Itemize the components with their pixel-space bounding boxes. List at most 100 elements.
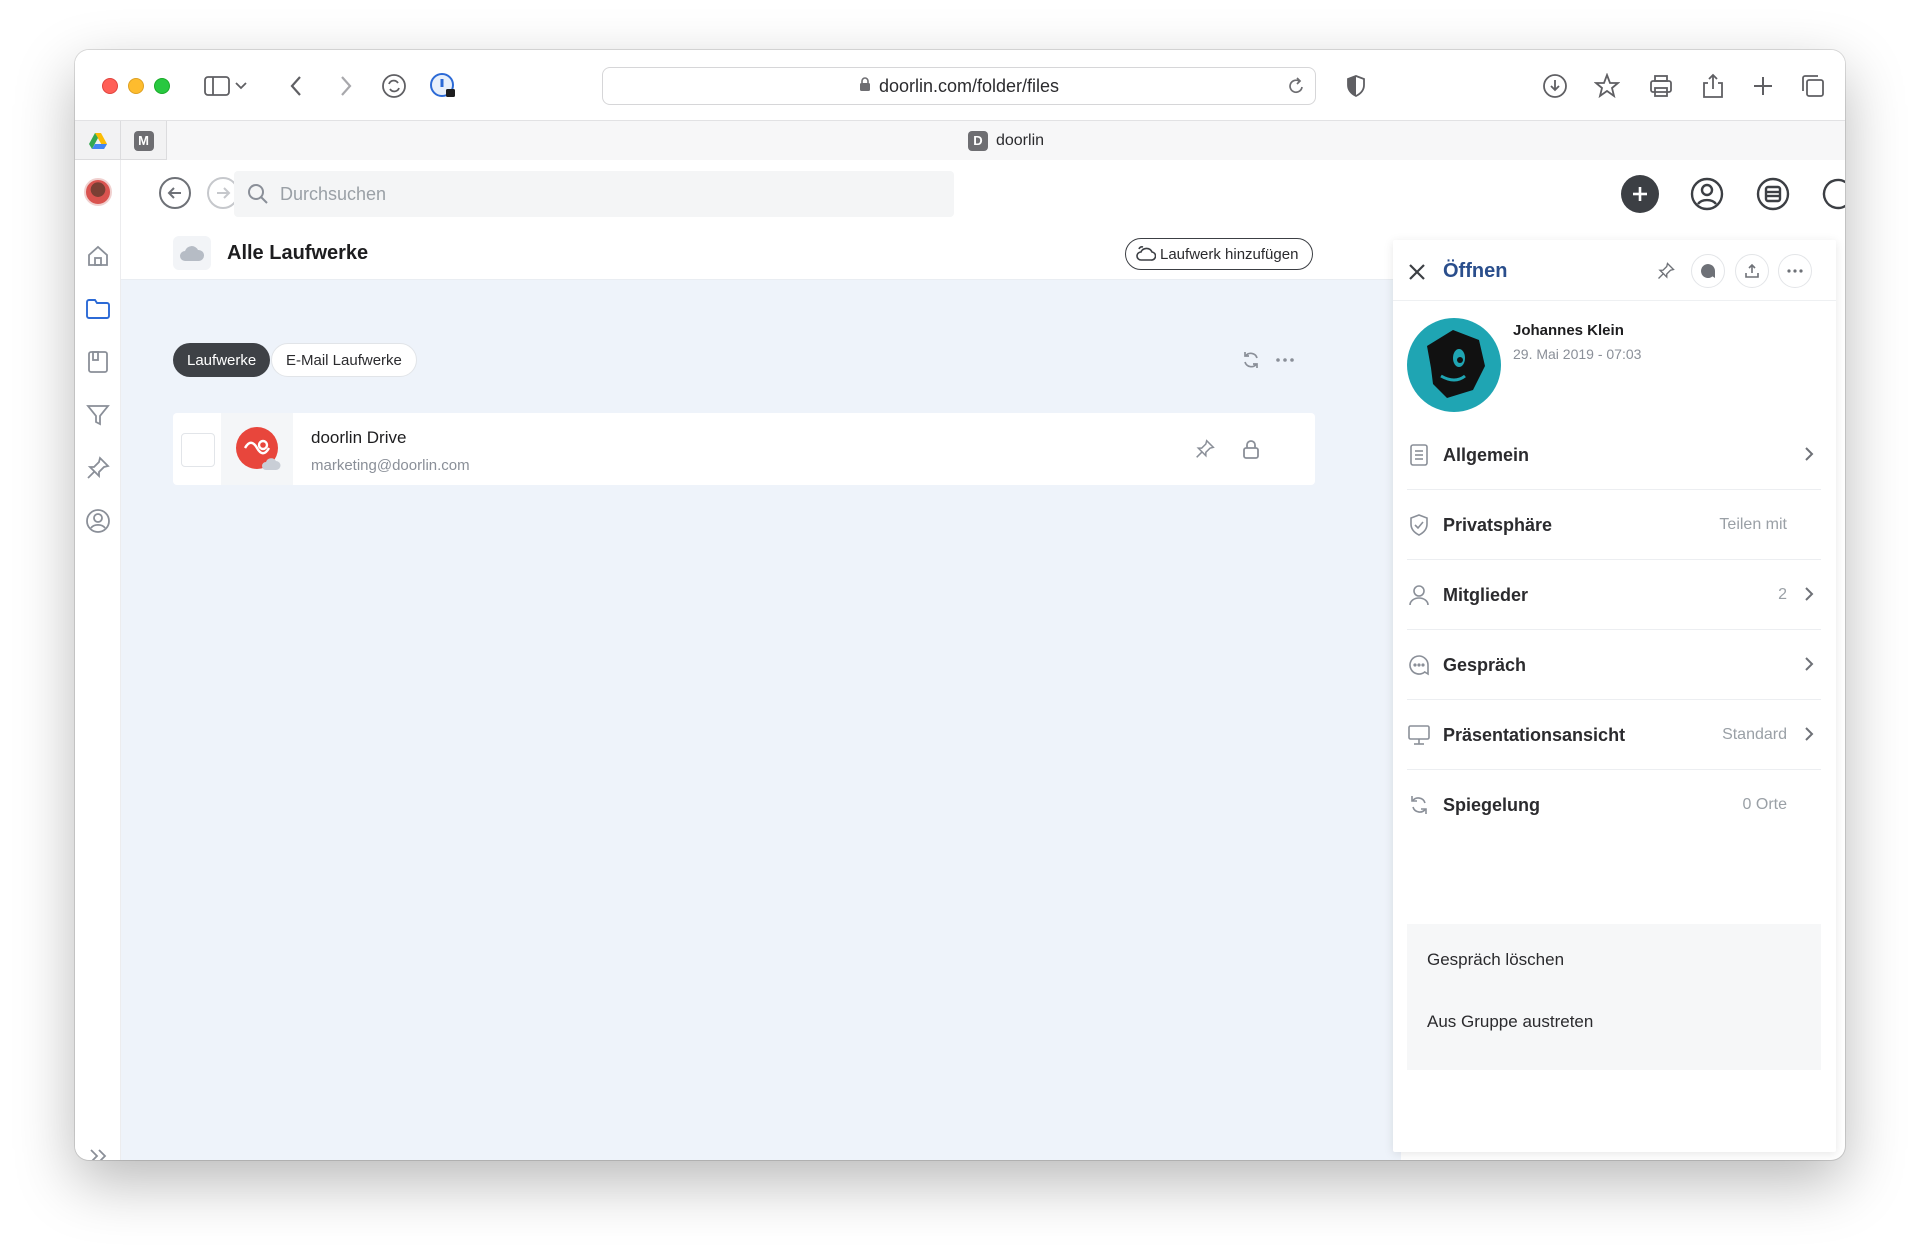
more-options-icon[interactable]	[1778, 254, 1812, 288]
privacy-shield-icon[interactable]	[1340, 70, 1372, 102]
app-back-button[interactable]	[159, 177, 191, 209]
close-window-button[interactable]	[102, 78, 118, 94]
row-value: 0 Orte	[1742, 796, 1787, 813]
app-header: Durchsuchen	[121, 160, 1845, 226]
row-presentation-view[interactable]: Präsentationsansicht Standard	[1407, 700, 1821, 770]
chevron-right-icon	[1799, 582, 1819, 606]
doorlin-favicon: D	[967, 130, 988, 151]
pinned-tab-favicon: M	[133, 130, 154, 151]
chevron-down-icon[interactable]	[231, 70, 251, 102]
zoom-window-button[interactable]	[154, 78, 170, 94]
drive-checkbox[interactable]	[181, 433, 215, 467]
owner-avatar-illustration	[1427, 330, 1485, 398]
lock-icon	[859, 76, 871, 97]
search-icon	[246, 182, 270, 211]
row-label: Mitglieder	[1443, 585, 1529, 605]
password-manager-icon[interactable]	[427, 70, 459, 102]
filter-tab-drives[interactable]: Laufwerke	[173, 343, 271, 377]
upload-icon[interactable]	[1735, 254, 1769, 288]
sidebar-toggle-icon[interactable]	[201, 70, 233, 102]
pinned-tab-m[interactable]: M	[121, 121, 167, 160]
download-icon[interactable]	[1539, 70, 1571, 102]
row-privacy[interactable]: Privatsphäre Teilen mit	[1407, 490, 1821, 560]
extension-sync-icon[interactable]	[378, 70, 410, 102]
shield-icon	[1407, 513, 1431, 537]
monitor-icon	[1407, 723, 1431, 747]
filter-tab-email-drives[interactable]: E-Mail Laufwerke	[271, 343, 417, 377]
new-tab-icon[interactable]	[1747, 70, 1779, 102]
minimize-window-button[interactable]	[128, 78, 144, 94]
content-header: Alle Laufwerke Laufwerk hinzufügen	[121, 226, 1401, 280]
url-text: doorlin.com/folder/files	[878, 75, 1060, 96]
address-bar[interactable]: doorlin.com/folder/files	[602, 67, 1316, 105]
print-icon[interactable]	[1645, 70, 1677, 102]
cloud-add-icon	[1136, 245, 1157, 267]
chat-bubble-icon	[1822, 178, 1845, 210]
more-options-icon[interactable]	[1273, 348, 1297, 372]
account-button[interactable]	[1688, 175, 1726, 213]
tab-doorlin[interactable]: D doorlin	[167, 121, 1845, 160]
owner-avatar[interactable]	[1407, 318, 1501, 412]
row-value: 2	[1778, 586, 1787, 603]
search-input[interactable]: Durchsuchen	[234, 171, 954, 217]
notebook-icon[interactable]	[84, 348, 112, 376]
leave-group-action[interactable]: Aus Gruppe austreten	[1427, 1012, 1593, 1032]
pin-icon[interactable]	[84, 454, 112, 482]
drive-stack-icon	[1756, 177, 1790, 211]
cloud-badge-icon	[261, 457, 281, 476]
row-general[interactable]: Allgemein	[1407, 420, 1821, 490]
filter-icon[interactable]	[84, 401, 112, 429]
drive-email: marketing@doorlin.com	[311, 457, 470, 474]
google-drive-icon	[88, 132, 107, 149]
browser-back-icon[interactable]	[280, 70, 312, 102]
app-sidebar	[75, 160, 121, 1160]
share-icon[interactable]	[1697, 70, 1729, 102]
refresh-icon[interactable]	[1239, 348, 1263, 372]
add-button[interactable]	[1621, 175, 1659, 213]
panel-divider	[1393, 300, 1836, 301]
chevron-right-icon	[1799, 722, 1819, 746]
chat-button[interactable]	[1819, 175, 1845, 213]
reload-icon[interactable]	[1287, 76, 1305, 101]
pin-icon[interactable]	[1193, 437, 1217, 461]
bookmark-star-icon[interactable]	[1591, 70, 1623, 102]
cloud-icon	[173, 236, 211, 270]
pinned-tab-drive[interactable]	[75, 121, 121, 160]
row-label: Allgemein	[1443, 445, 1530, 465]
chevron-right-icon	[1799, 652, 1819, 676]
browser-forward-icon[interactable]	[330, 70, 362, 102]
home-icon[interactable]	[84, 242, 112, 270]
plus-icon	[1633, 187, 1647, 201]
row-label: Präsentationsansicht	[1443, 725, 1626, 745]
chat-bubble-icon[interactable]	[1691, 254, 1725, 288]
profile-circle-icon[interactable]	[84, 507, 112, 535]
row-label: Spiegelung	[1443, 795, 1541, 815]
row-value: Teilen mit	[1719, 516, 1787, 533]
delete-conversation-action[interactable]: Gespräch löschen	[1427, 950, 1564, 970]
row-conversation[interactable]: Gespräch	[1407, 630, 1821, 700]
drives-button[interactable]	[1754, 175, 1792, 213]
user-avatar[interactable]	[84, 178, 112, 206]
row-mirroring[interactable]: Spiegelung 0 Orte	[1407, 770, 1821, 840]
browser-titlebar: doorlin.com/folder/files	[75, 50, 1845, 120]
search-placeholder: Durchsuchen	[280, 183, 387, 204]
browser-window: doorlin.com/folder/files M D doorlin Dur…	[75, 50, 1845, 1160]
tab-overview-icon[interactable]	[1797, 70, 1829, 102]
close-icon[interactable]	[1405, 260, 1429, 284]
row-members[interactable]: Mitglieder 2	[1407, 560, 1821, 630]
add-drive-label: Laufwerk hinzufügen	[1160, 245, 1299, 263]
person-icon	[1407, 583, 1431, 607]
drive-row[interactable]: doorlin Drive marketing@doorlin.com	[173, 413, 1315, 485]
add-drive-button[interactable]: Laufwerk hinzufügen	[1125, 238, 1314, 270]
expand-sidebar-icon[interactable]	[84, 1142, 112, 1160]
main-content: Alle Laufwerke Laufwerk hinzufügen Laufw…	[121, 226, 1401, 1160]
drive-name: doorlin Drive	[311, 428, 407, 447]
sync-icon	[1407, 793, 1431, 817]
lock-icon[interactable]	[1239, 437, 1263, 461]
folder-icon[interactable]	[84, 295, 112, 323]
arrow-right-icon	[217, 187, 231, 199]
arrow-left-icon	[167, 187, 181, 199]
chevron-right-icon	[1799, 442, 1819, 466]
panel-title[interactable]: Öffnen	[1443, 260, 1507, 283]
pin-icon[interactable]	[1649, 254, 1683, 288]
